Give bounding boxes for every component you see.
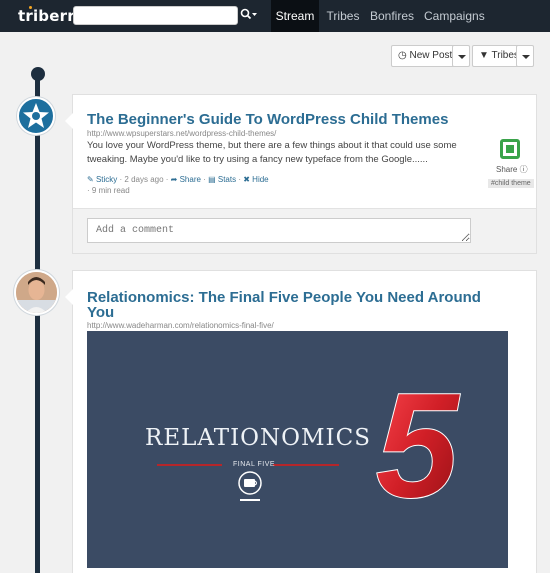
- image-divider-right: [273, 464, 339, 466]
- logo-dot-icon: [29, 6, 32, 9]
- star-icon: [23, 103, 49, 128]
- chevron-down-icon: [252, 13, 257, 16]
- post-age: 2 days ago: [124, 175, 164, 184]
- tab-campaigns[interactable]: Campaigns: [424, 0, 485, 32]
- stats-link[interactable]: ▤ Stats: [208, 175, 236, 184]
- new-posts-dropdown-button[interactable]: [452, 45, 470, 67]
- comment-bar: [73, 208, 536, 253]
- tribes-dropdown-button[interactable]: [516, 45, 534, 67]
- post-title[interactable]: Relationomics: The Final Five People You…: [87, 290, 487, 320]
- search-input[interactable]: [73, 6, 238, 25]
- hide-link[interactable]: ✖ Hide: [243, 175, 268, 184]
- post-card: Relationomics: The Final Five People You…: [65, 270, 537, 573]
- close-icon: ✖: [243, 175, 250, 184]
- post-meta: ✎ Sticky · 2 days ago · ➦ Share · ▤ Stat…: [87, 175, 269, 195]
- post-url[interactable]: http://www.wadeharman.com/relationomics-…: [87, 321, 274, 330]
- tab-bonfires[interactable]: Bonfires: [370, 0, 414, 32]
- share-arrow-icon: ➦: [170, 175, 178, 184]
- sticky-icon: ✎: [87, 175, 94, 184]
- post-excerpt: You love your WordPress theme, but there…: [87, 140, 457, 165]
- chart-icon: ▤: [208, 175, 216, 184]
- avatar-star[interactable]: [17, 97, 55, 135]
- search-icon: [240, 8, 257, 20]
- avatar[interactable]: [14, 270, 59, 315]
- image-title: RELATIONOMICS: [145, 425, 371, 451]
- timeline-line: [35, 75, 40, 573]
- search-dropdown-button[interactable]: [240, 8, 260, 24]
- comment-input[interactable]: [87, 218, 471, 243]
- post-card: The Beginner's Guide To WordPress Child …: [65, 94, 537, 254]
- tab-stream[interactable]: Stream: [271, 0, 319, 32]
- share-square-icon: [500, 139, 520, 159]
- triberr-logo[interactable]: triberr: [18, 6, 75, 25]
- post-image[interactable]: RELATIONOMICS FINAL FIVE 5: [87, 331, 508, 568]
- image-divider-left: [157, 464, 222, 466]
- logo-text: triberr: [18, 7, 75, 25]
- info-icon: ⓘ: [519, 165, 528, 174]
- sticky-link[interactable]: ✎ Sticky: [87, 175, 117, 184]
- share-link[interactable]: ➦ Share: [171, 175, 201, 184]
- read-time: 9 min read: [91, 186, 130, 195]
- timeline-start-dot: [31, 67, 45, 81]
- clock-icon: ◷: [398, 50, 407, 61]
- person-photo-icon: [16, 272, 57, 313]
- big-number-five: 5: [375, 385, 462, 509]
- image-subtitle: FINAL FIVE: [233, 461, 276, 468]
- post-title[interactable]: The Beginner's Guide To WordPress Child …: [87, 112, 487, 127]
- big-number-text: 5: [375, 385, 461, 509]
- top-navbar: triberr Stream Tribes Bonfires Campaigns: [0, 0, 550, 32]
- filter-icon: ▼: [479, 50, 489, 61]
- coffee-cup-icon: [238, 471, 262, 501]
- tab-tribes[interactable]: Tribes: [325, 0, 361, 32]
- share-widget-label: Share ⓘ: [496, 165, 528, 174]
- post-url[interactable]: http://www.wpsuperstars.net/wordpress-ch…: [87, 129, 276, 138]
- hashtag-badge[interactable]: #child theme: [488, 179, 534, 188]
